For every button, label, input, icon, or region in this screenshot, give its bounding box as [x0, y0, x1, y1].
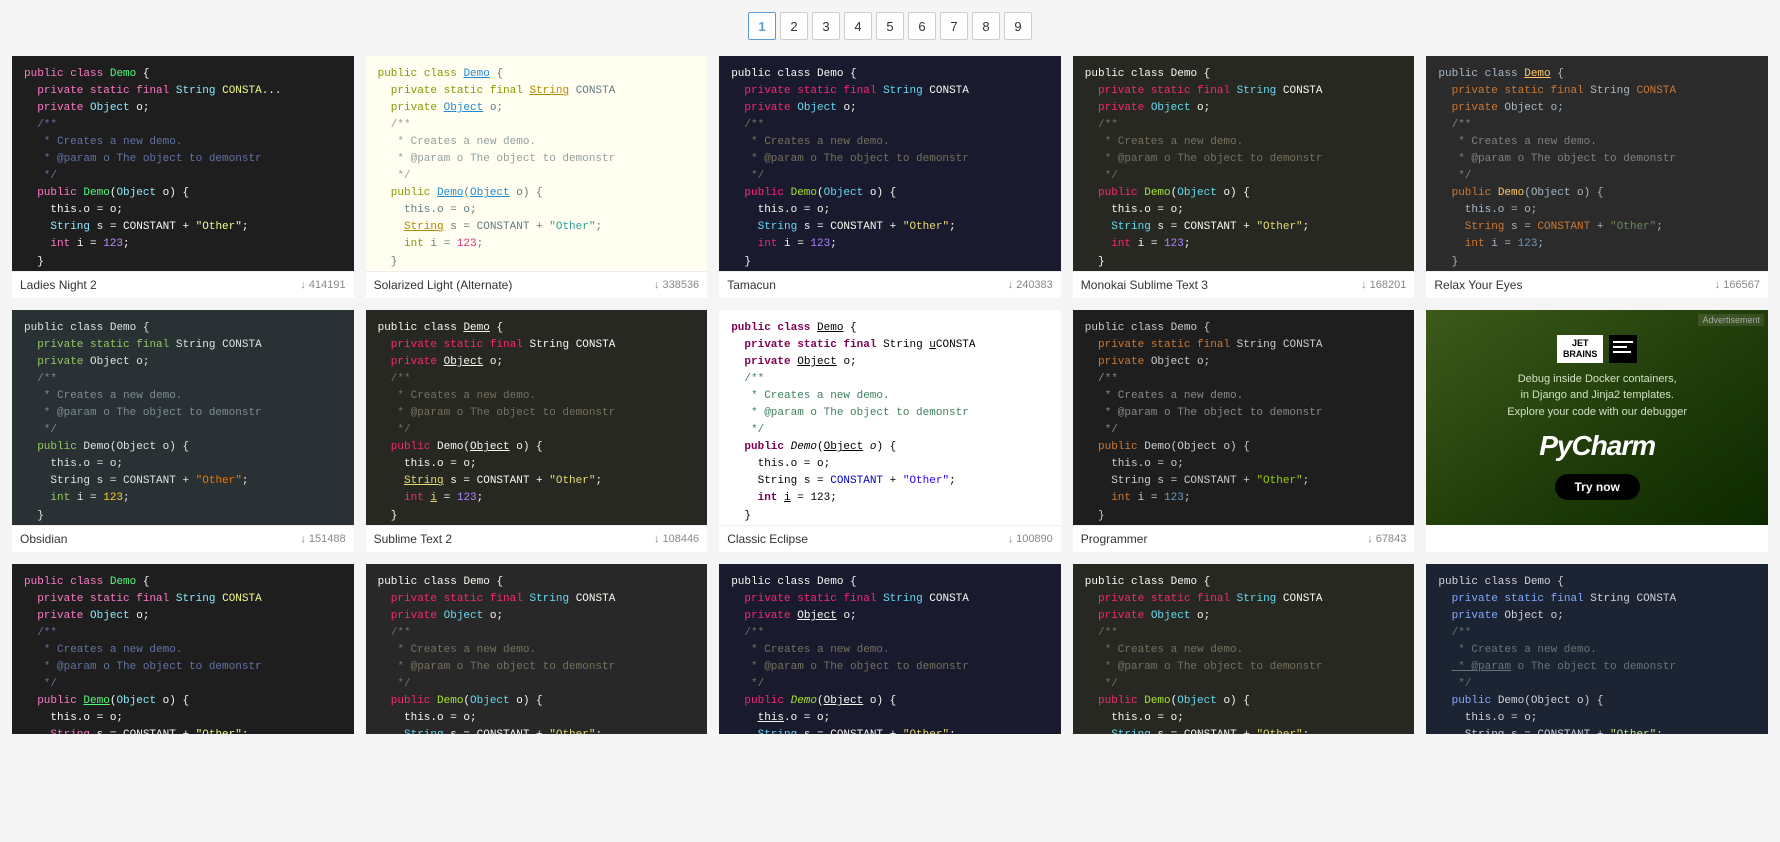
- theme-name-monokai: Monokai Sublime Text 3: [1081, 278, 1208, 292]
- theme-downloads-ladies-night-2: ↓414191: [300, 279, 345, 291]
- theme-card-row3-4[interactable]: public class Demo { private static final…: [1073, 564, 1415, 734]
- theme-card-obsidian[interactable]: public class Demo { private static final…: [12, 310, 354, 552]
- theme-card-row3-5[interactable]: public class Demo { private static final…: [1426, 564, 1768, 734]
- page-8[interactable]: 8: [972, 12, 1000, 40]
- theme-name-obsidian: Obsidian: [20, 532, 67, 546]
- ad-badge: Advertisement: [1698, 314, 1764, 326]
- page-5[interactable]: 5: [876, 12, 904, 40]
- page-1[interactable]: 1: [748, 12, 776, 40]
- theme-card-solarized-light[interactable]: public class Demo { private static final…: [366, 56, 708, 298]
- ad-headline: Debug inside Docker containers,in Django…: [1507, 371, 1687, 421]
- try-now-button[interactable]: Try now: [1555, 474, 1640, 500]
- page-2[interactable]: 2: [780, 12, 808, 40]
- theme-card-programmer[interactable]: public class Demo { private static final…: [1073, 310, 1415, 552]
- theme-card-ladies-night-2[interactable]: public class Demo { private static final…: [12, 56, 354, 298]
- theme-name-solarized: Solarized Light (Alternate): [374, 278, 513, 292]
- jetbrains-icon: [1609, 335, 1637, 363]
- theme-downloads-sublime2: ↓108446: [654, 533, 699, 545]
- page-6[interactable]: 6: [908, 12, 936, 40]
- jetbrains-logo: JETBRAINS: [1557, 335, 1604, 363]
- theme-card-row3-3[interactable]: public class Demo { private static final…: [719, 564, 1061, 734]
- product-name: PyCharm: [1539, 430, 1655, 462]
- theme-downloads-monokai: ↓168201: [1361, 279, 1406, 291]
- theme-card-row3-1[interactable]: public class Demo { private static final…: [12, 564, 354, 734]
- theme-name-sublime2: Sublime Text 2: [374, 532, 453, 546]
- theme-grid: public class Demo { private static final…: [0, 56, 1780, 746]
- theme-name-relax: Relax Your Eyes: [1434, 278, 1522, 292]
- page-7[interactable]: 7: [940, 12, 968, 40]
- page-3[interactable]: 3: [812, 12, 840, 40]
- theme-name-tamacun: Tamacun: [727, 278, 776, 292]
- theme-name-programmer: Programmer: [1081, 532, 1148, 546]
- theme-downloads-programmer: ↓67843: [1367, 533, 1406, 545]
- pagination: 1 2 3 4 5 6 7 8 9: [0, 0, 1780, 56]
- theme-card-monokai[interactable]: public class Demo { private static final…: [1073, 56, 1415, 298]
- theme-card-relax-your-eyes[interactable]: public class Demo { private static final…: [1426, 56, 1768, 298]
- theme-downloads-tamacun: ↓240383: [1008, 279, 1053, 291]
- theme-card-sublime-text-2[interactable]: public class Demo { private static final…: [366, 310, 708, 552]
- theme-card-row3-2[interactable]: public class Demo { private static final…: [366, 564, 708, 734]
- theme-downloads-eclipse: ↓100890: [1008, 533, 1053, 545]
- theme-downloads-obsidian: ↓151488: [300, 533, 345, 545]
- theme-card-tamacun[interactable]: public class Demo { private static final…: [719, 56, 1061, 298]
- theme-downloads-solarized: ↓338536: [654, 279, 699, 291]
- page-9[interactable]: 9: [1004, 12, 1032, 40]
- page-4[interactable]: 4: [844, 12, 872, 40]
- theme-downloads-relax: ↓166567: [1715, 279, 1760, 291]
- theme-card-classic-eclipse[interactable]: public class Demo { private static final…: [719, 310, 1061, 552]
- theme-name-ladies-night-2: Ladies Night 2: [20, 278, 97, 292]
- theme-name-eclipse: Classic Eclipse: [727, 532, 808, 546]
- ad-card: Advertisement JETBRAINS Debug inside Doc…: [1426, 310, 1768, 552]
